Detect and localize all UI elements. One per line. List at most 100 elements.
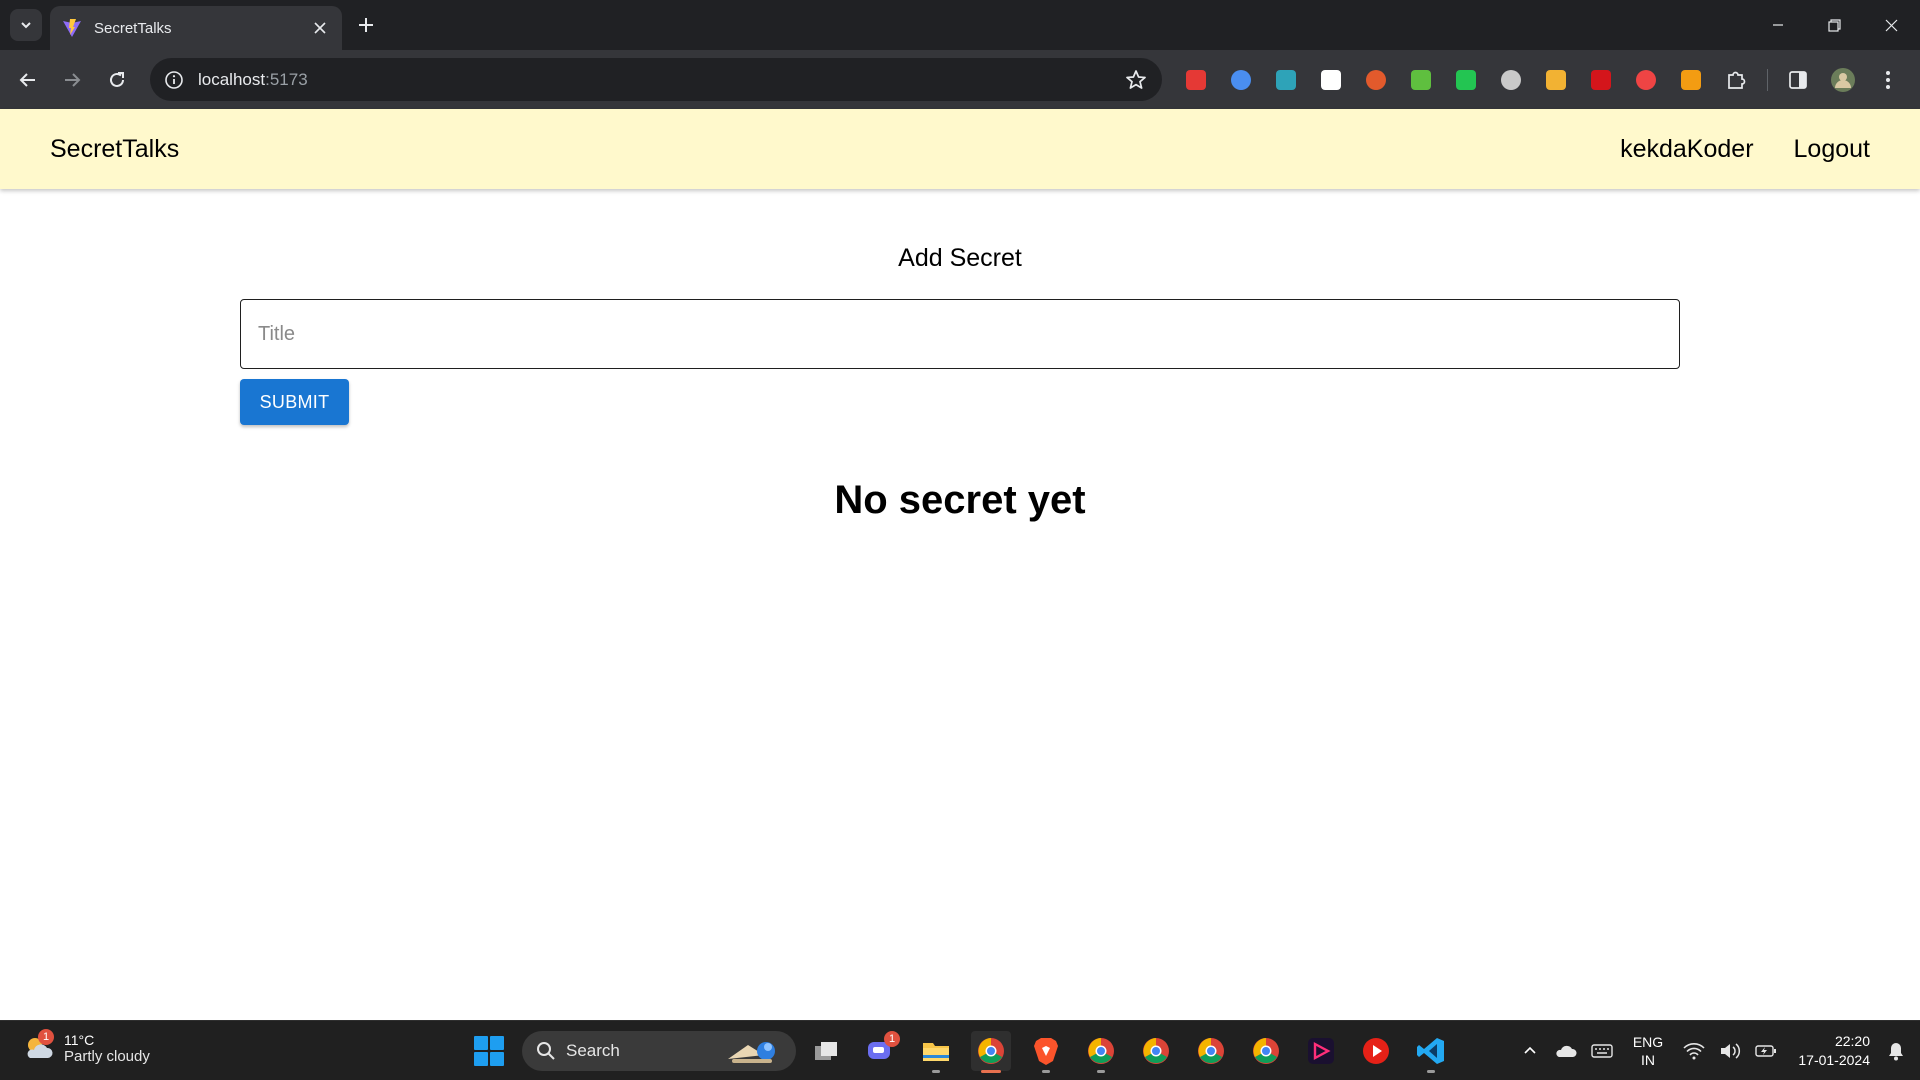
language-indicator[interactable]: ENG IN <box>1620 1033 1676 1069</box>
windows-logo-tile <box>490 1036 504 1050</box>
close-window-button[interactable] <box>1863 0 1920 50</box>
language-code: ENG <box>1632 1034 1664 1050</box>
url-text[interactable]: localhost:5173 <box>198 70 1124 90</box>
wifi-button[interactable] <box>1676 1033 1712 1069</box>
back-button[interactable] <box>12 64 44 96</box>
volume-button[interactable] <box>1712 1033 1748 1069</box>
chrome-icon <box>1143 1038 1169 1064</box>
chevron-up-icon <box>1524 1046 1536 1054</box>
notifications-button[interactable] <box>1876 1033 1916 1069</box>
battery-button[interactable] <box>1748 1033 1784 1069</box>
windows-taskbar: 1 11°C Partly cloudy Search 1 ENG IN 22:… <box>0 1020 1920 1080</box>
restore-button[interactable] <box>1806 0 1863 50</box>
brave-app[interactable] <box>1026 1031 1066 1073</box>
address-bar[interactable]: localhost:5173 <box>150 58 1162 101</box>
chrome-profile-app[interactable] <box>1191 1031 1231 1071</box>
extensions-puzzle-icon[interactable] <box>1720 64 1752 96</box>
profile-avatar-icon[interactable] <box>1827 64 1859 96</box>
weather-temperature: 11°C <box>64 1031 95 1048</box>
youtube-app[interactable] <box>1356 1031 1396 1071</box>
keyboard-button[interactable] <box>1584 1033 1620 1069</box>
file-explorer-app[interactable] <box>916 1031 956 1073</box>
battery-icon <box>1755 1045 1776 1057</box>
close-icon[interactable] <box>310 18 330 38</box>
browser-tab-strip: SecretTalks <box>0 0 1920 50</box>
clock-date: 17-01-2024 <box>1798 1052 1870 1068</box>
brand-link[interactable]: SecretTalks <box>50 135 179 164</box>
vscode-app[interactable] <box>1411 1031 1451 1073</box>
tab-search-button[interactable] <box>10 9 42 41</box>
running-indicator <box>1042 1070 1050 1073</box>
media-player-icon <box>1308 1038 1334 1064</box>
media-app[interactable] <box>1301 1031 1341 1071</box>
url-port: :5173 <box>265 69 308 89</box>
chrome-icon <box>1088 1038 1114 1064</box>
logout-button[interactable]: Logout <box>1794 135 1870 164</box>
title-input[interactable] <box>240 299 1680 369</box>
forward-button[interactable] <box>56 64 88 96</box>
browser-toolbar: localhost:5173 <box>0 50 1920 109</box>
windows-logo-tile <box>474 1036 488 1050</box>
active-indicator <box>981 1070 1001 1073</box>
chrome-dev-app[interactable] <box>971 1031 1011 1073</box>
vscode-icon <box>1417 1038 1444 1064</box>
onedrive-button[interactable] <box>1548 1033 1584 1069</box>
search-icon <box>537 1042 555 1060</box>
chart-extension-icon[interactable] <box>1225 64 1257 96</box>
task-view-icon <box>815 1042 837 1060</box>
side-panel-icon[interactable] <box>1782 64 1814 96</box>
calculator-extension-icon[interactable] <box>1270 64 1302 96</box>
toolbar-separator <box>1767 69 1768 91</box>
window-controls <box>1749 0 1920 50</box>
show-hidden-icons-button[interactable] <box>1512 1033 1548 1069</box>
teams-chat-app[interactable]: 1 <box>860 1031 900 1071</box>
red-badge-extension-icon[interactable] <box>1630 64 1662 96</box>
weather-badge: 1 <box>38 1029 54 1045</box>
chevron-down-icon <box>21 22 31 29</box>
kebab-menu-icon[interactable] <box>1872 64 1904 96</box>
clock-time: 22:20 <box>1834 1033 1870 1049</box>
vite-favicon-icon <box>63 19 81 37</box>
running-indicator <box>1427 1070 1435 1073</box>
search-label: Search <box>566 1041 620 1060</box>
bookmark-star-icon[interactable] <box>1124 68 1148 92</box>
system-clock[interactable]: 22:20 17-01-2024 <box>1784 1032 1870 1070</box>
brush-extension-icon[interactable] <box>1540 64 1572 96</box>
red-extension-icon[interactable] <box>1180 64 1212 96</box>
browser-tab[interactable]: SecretTalks <box>50 6 342 50</box>
incognito-extension-icon[interactable] <box>1495 64 1527 96</box>
chrome-app[interactable] <box>1246 1031 1286 1071</box>
rocket-extension-icon[interactable] <box>1360 64 1392 96</box>
new-tab-button[interactable] <box>352 11 380 39</box>
chrome-profile-app[interactable] <box>1081 1031 1121 1073</box>
reload-button[interactable] <box>101 64 133 96</box>
url-host: localhost <box>198 69 266 89</box>
taskbar-search[interactable]: Search <box>522 1031 796 1071</box>
arrow-right-icon <box>65 73 81 87</box>
running-indicator <box>932 1070 940 1073</box>
chrome-icon <box>1198 1038 1224 1064</box>
weather-widget[interactable]: 1 11°C Partly cloudy <box>22 1029 150 1065</box>
youtube-icon <box>1363 1038 1389 1064</box>
cloud-icon <box>1556 1045 1577 1057</box>
arrow-left-icon <box>19 73 35 87</box>
start-button[interactable] <box>472 1034 506 1068</box>
wifi-icon <box>1683 1043 1705 1060</box>
unlock-extension-icon[interactable] <box>1450 64 1482 96</box>
speaker-icon <box>1721 1043 1741 1059</box>
chrome-profile-app[interactable] <box>1136 1031 1176 1071</box>
info-icon[interactable] <box>164 70 184 90</box>
task-view-button[interactable] <box>806 1031 846 1071</box>
chrome-icon <box>978 1038 1004 1064</box>
windows-logo-tile <box>474 1052 488 1066</box>
minimize-button[interactable] <box>1749 0 1806 50</box>
green-plus-extension-icon[interactable] <box>1405 64 1437 96</box>
username-link[interactable]: kekdaKoder <box>1620 135 1753 164</box>
submit-button[interactable]: SUBMIT <box>240 379 349 425</box>
orange-extension-icon[interactable] <box>1675 64 1707 96</box>
empty-state-message: No secret yet <box>834 478 1086 522</box>
pdf-extension-icon[interactable] <box>1585 64 1617 96</box>
notification-bell-icon <box>1889 1043 1903 1061</box>
region-code: IN <box>1641 1052 1655 1068</box>
omega-extension-icon[interactable] <box>1315 64 1347 96</box>
